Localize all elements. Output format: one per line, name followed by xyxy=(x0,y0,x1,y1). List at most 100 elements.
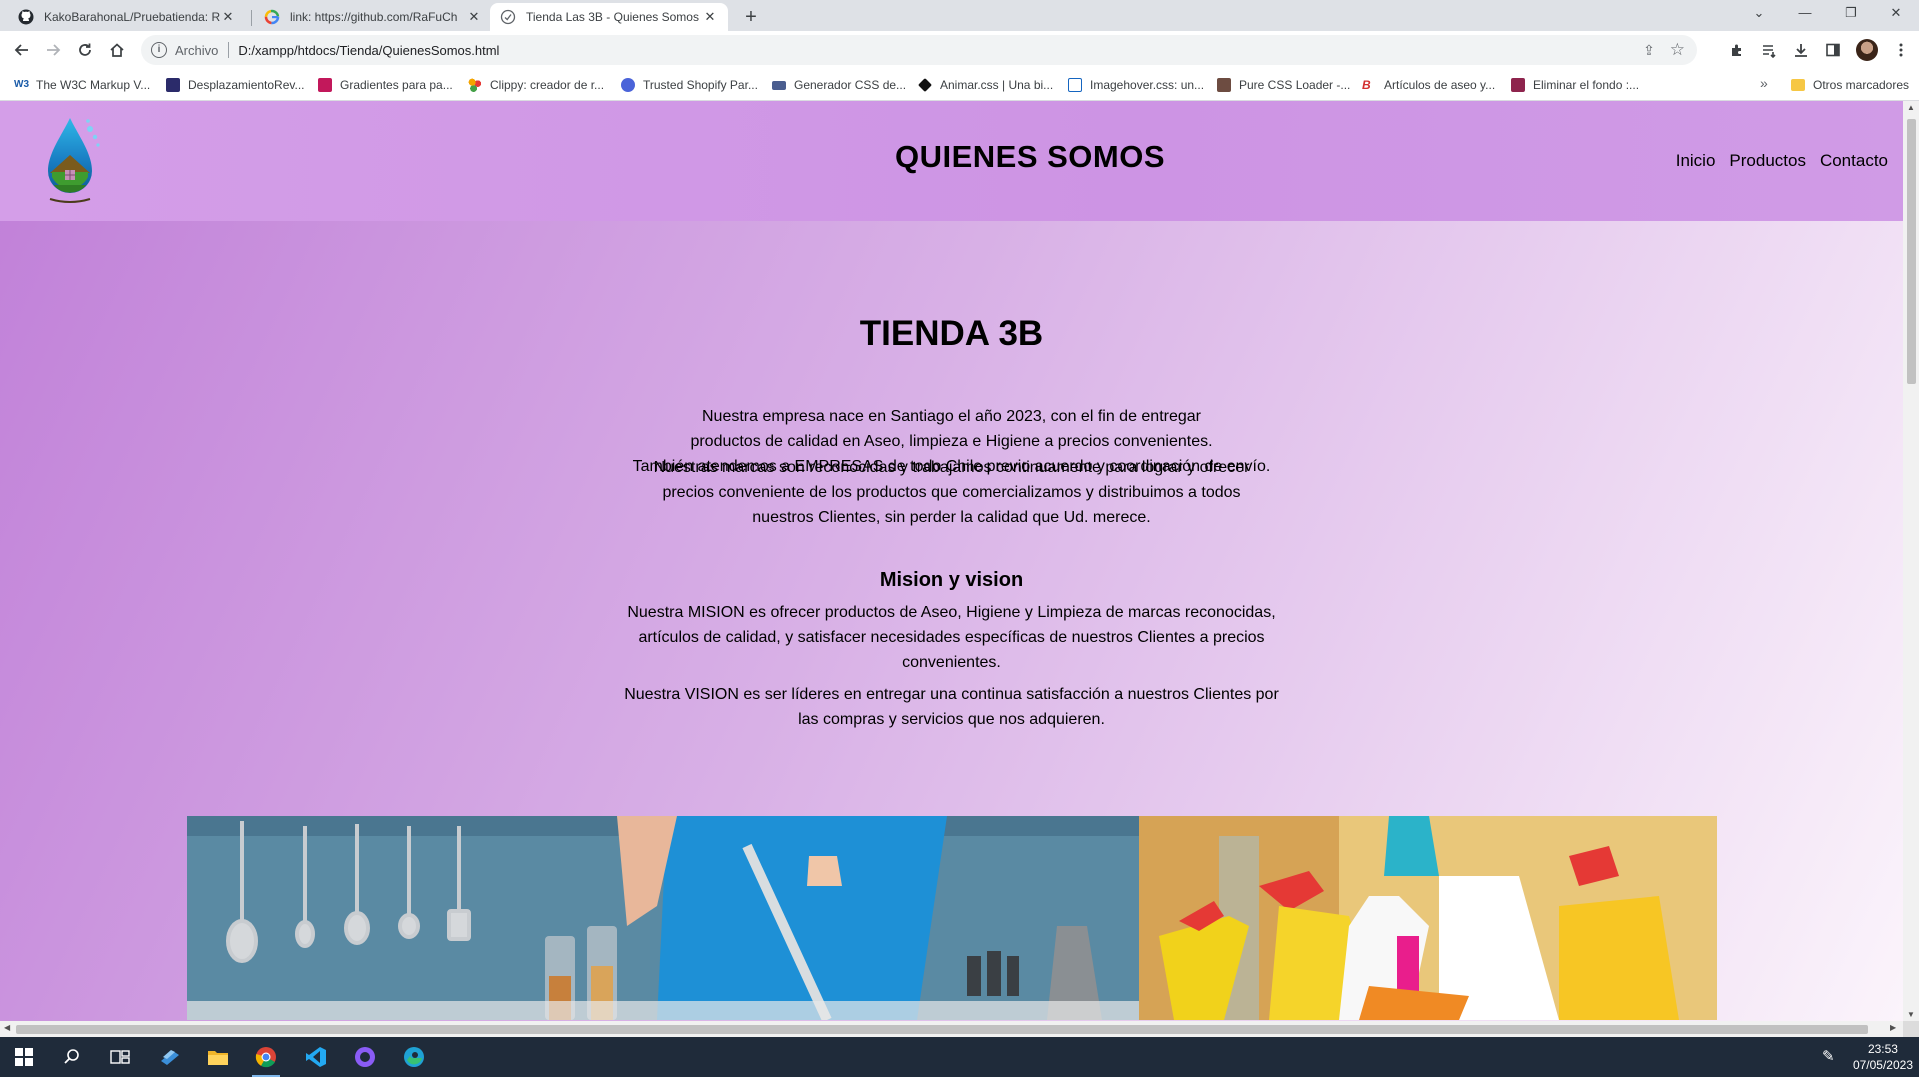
bookmark-item[interactable]: B Artículos de aseo y... xyxy=(1362,77,1495,93)
bookmark-item[interactable]: Generador CSS de... xyxy=(772,77,906,93)
bookmarks-overflow-button[interactable]: » xyxy=(1760,75,1768,91)
window-close-icon[interactable]: ✕ xyxy=(1873,0,1919,26)
clock-date: 07/05/2023 xyxy=(1852,1058,1913,1072)
scroll-thumb[interactable] xyxy=(16,1025,1868,1034)
forward-arrow-icon[interactable] xyxy=(40,37,66,63)
cleaning-photo xyxy=(187,816,1139,1020)
chrome-icon[interactable] xyxy=(242,1037,290,1077)
google-icon xyxy=(264,9,280,25)
tab-quienes-somos[interactable]: Tienda Las 3B - Quienes Somos ✕ xyxy=(490,3,728,31)
task-view-icon[interactable] xyxy=(96,1037,144,1077)
bookmark-favicon-icon xyxy=(1217,78,1231,92)
tab-label: Tienda Las 3B - Quienes Somos xyxy=(526,10,699,24)
scroll-thumb[interactable] xyxy=(1907,119,1916,384)
share-icon[interactable]: ⇪ xyxy=(1641,42,1657,58)
info-icon[interactable]: i xyxy=(151,42,167,58)
scroll-right-icon[interactable]: ▶ xyxy=(1890,1023,1896,1032)
menu-kebab-icon[interactable] xyxy=(1888,37,1914,63)
page-icon xyxy=(500,9,516,25)
tab-strip: KakoBarahonaL/Pruebatienda: Re ✕ link: h… xyxy=(0,0,1919,31)
home-icon[interactable] xyxy=(104,37,130,63)
text-line: las compras y servicios que nos adquiere… xyxy=(798,711,1105,728)
page-title: QUIENES SOMOS xyxy=(894,139,1166,174)
photo-banner xyxy=(187,816,1717,1020)
tab-label: link: https://github.com/RaFuCh xyxy=(290,10,458,24)
image-icon xyxy=(1068,78,1082,92)
site-nav: Inicio Productos Contacto xyxy=(1676,151,1888,171)
brands-paragraph: Nuestras marcas son reconocidas y trabaj… xyxy=(0,455,1903,530)
text-line: convenientes. xyxy=(902,654,1001,671)
windows-taskbar: ✎ 23:53 07/05/2023 xyxy=(0,1037,1919,1077)
pen-icon[interactable]: ✎ xyxy=(1822,1047,1842,1067)
app-icon[interactable] xyxy=(146,1037,194,1077)
store-heading: TIENDA 3B xyxy=(859,314,1044,353)
horizontal-scrollbar[interactable]: ◀ ▶ xyxy=(0,1021,1903,1037)
file-explorer-icon[interactable] xyxy=(194,1037,242,1077)
side-panel-icon[interactable] xyxy=(1820,37,1846,63)
protocol-label: Archivo xyxy=(175,42,219,58)
diamond-icon xyxy=(918,78,932,92)
tab-separator xyxy=(251,10,252,26)
scroll-up-icon[interactable]: ▲ xyxy=(1903,103,1919,112)
github-icon xyxy=(18,9,34,25)
bookmark-favicon-icon xyxy=(621,78,635,92)
bookmark-item[interactable]: Pure CSS Loader -... xyxy=(1217,77,1350,93)
text-line: precios conveniente de los productos que… xyxy=(662,484,1241,501)
extensions-icon[interactable] xyxy=(1724,37,1750,63)
scroll-left-icon[interactable]: ◀ xyxy=(4,1023,10,1032)
windows-start-icon[interactable] xyxy=(0,1037,48,1077)
mision-vision-heading: Mision y vision xyxy=(879,569,1024,591)
new-tab-button[interactable]: + xyxy=(738,4,764,30)
bookmark-item[interactable]: Animar.css | Una bi... xyxy=(918,77,1053,93)
url-text[interactable]: D:/xampp/htdocs/Tienda/QuienesSomos.html xyxy=(238,43,499,58)
bookmark-favicon-icon xyxy=(166,78,180,92)
bookmark-favicon-icon xyxy=(318,78,332,92)
vertical-scrollbar[interactable]: ▲ ▼ xyxy=(1903,101,1919,1021)
other-bookmarks-folder[interactable]: Otros marcadores xyxy=(1791,77,1909,93)
browser-toolbar: i Archivo D:/xampp/htdocs/Tienda/Quienes… xyxy=(0,31,1919,69)
reading-list-icon[interactable] xyxy=(1756,37,1782,63)
nav-productos[interactable]: Productos xyxy=(1729,151,1806,171)
divider xyxy=(228,42,230,58)
search-icon[interactable] xyxy=(48,1037,96,1077)
bookmark-item[interactable]: DesplazamientoRev... xyxy=(166,77,305,93)
folder-icon xyxy=(1791,79,1805,91)
bookmark-item[interactable]: Gradientes para pa... xyxy=(318,77,453,93)
close-icon[interactable]: ✕ xyxy=(702,9,718,25)
download-icon[interactable] xyxy=(1788,37,1814,63)
bookmark-star-icon[interactable]: ☆ xyxy=(1670,40,1685,60)
tab-google[interactable]: link: https://github.com/RaFuCh ✕ xyxy=(254,3,492,31)
github-desktop-icon[interactable] xyxy=(341,1037,389,1077)
tab-search-icon[interactable]: ⌄ xyxy=(1736,0,1782,26)
text-line: Nuestras marcas son reconocidas y trabaj… xyxy=(653,459,1250,476)
cleaning-products-photo xyxy=(1139,816,1717,1020)
close-icon[interactable]: ✕ xyxy=(220,9,236,25)
bookmark-favicon-icon xyxy=(1511,78,1525,92)
scrollbar-corner xyxy=(1903,1021,1919,1037)
scroll-down-icon[interactable]: ▼ xyxy=(1903,1010,1919,1019)
tab-github[interactable]: KakoBarahonaL/Pruebatienda: Re ✕ xyxy=(8,3,246,31)
bookmark-item[interactable]: W3 The W3C Markup V... xyxy=(14,77,150,93)
edge-icon[interactable] xyxy=(390,1037,438,1077)
close-icon[interactable]: ✕ xyxy=(466,9,482,25)
minimize-icon[interactable]: — xyxy=(1782,0,1828,26)
bookmark-favicon-icon: B xyxy=(1362,78,1371,92)
nav-contacto[interactable]: Contacto xyxy=(1820,151,1888,171)
profile-avatar[interactable] xyxy=(1856,39,1878,61)
bookmark-item[interactable]: Trusted Shopify Par... xyxy=(621,77,758,93)
address-bar[interactable]: i Archivo D:/xampp/htdocs/Tienda/Quienes… xyxy=(141,35,1697,65)
bookmark-item[interactable]: Eliminar el fondo :... xyxy=(1511,77,1639,93)
text-line: Nuestra MISION es ofrecer productos de A… xyxy=(627,604,1276,621)
back-arrow-icon[interactable] xyxy=(9,37,35,63)
restore-icon[interactable]: ❐ xyxy=(1828,0,1874,26)
system-clock[interactable]: 23:53 07/05/2023 xyxy=(1853,1041,1913,1073)
reload-icon[interactable] xyxy=(72,37,98,63)
vscode-icon[interactable] xyxy=(292,1037,340,1077)
text-line: Nuestra empresa nace en Santiago el año … xyxy=(702,408,1201,425)
tab-label: KakoBarahonaL/Pruebatienda: Re xyxy=(44,10,220,24)
clock-time: 23:53 xyxy=(1867,1042,1898,1056)
bookmark-item[interactable]: Imagehover.css: un... xyxy=(1068,77,1204,93)
nav-inicio[interactable]: Inicio xyxy=(1676,151,1716,171)
site-header: QUIENES SOMOS Inicio Productos Contacto xyxy=(0,101,1903,221)
bookmark-item[interactable]: Clippy: creador de r... xyxy=(468,77,604,93)
